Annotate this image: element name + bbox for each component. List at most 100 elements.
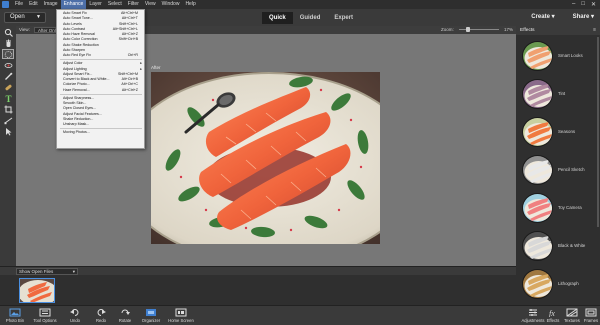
svg-text:fx: fx	[549, 309, 555, 317]
enhance-menu-item[interactable]: Auto Shake Reduction	[57, 43, 144, 48]
menu-item-shortcut: Alt+Ctrl+C	[121, 82, 138, 87]
menu-item-shortcut: Alt+Ctrl+T	[121, 16, 138, 21]
mode-tabs: Quick Guided Expert	[262, 12, 360, 24]
tab-guided[interactable]: Guided	[293, 12, 328, 24]
effects-tab-label[interactable]: Effects	[520, 27, 535, 34]
effect-item[interactable]: Black & White	[520, 229, 600, 263]
photo-image[interactable]	[151, 72, 380, 244]
minimize-icon[interactable]: –	[572, 1, 575, 8]
home-screen-button[interactable]: Home Screen	[166, 307, 196, 325]
enhance-menu-item[interactable]: Adjust Color ▸	[57, 61, 144, 66]
enhance-menu-item[interactable]: Smooth Skin...	[57, 101, 144, 106]
photo-bin-button[interactable]: Photo Bin	[0, 307, 30, 325]
menu-item-label: Auto Red Eye Fix	[63, 53, 91, 57]
panel-menu-icon[interactable]: ≡	[593, 27, 596, 34]
enhance-menu-item[interactable]: Auto Color Correction Shift+Ctrl+B	[57, 37, 144, 42]
frames-icon	[585, 308, 597, 317]
quick-selection-tool[interactable]	[2, 49, 14, 59]
menu-enhance[interactable]: Enhance	[60, 0, 87, 9]
enhance-menu-item[interactable]: Unsharp Mask...	[57, 122, 144, 127]
open-button[interactable]: Open ▼	[4, 12, 46, 23]
zoom-label: Zoom:	[441, 27, 454, 32]
enhance-menu-item[interactable]: Adjust Sharpness...	[57, 96, 144, 101]
menu-image[interactable]: Image	[41, 0, 61, 9]
menu-item-shortcut: Alt+Ctrl+Z	[121, 32, 138, 36]
type-tool[interactable]: T	[2, 93, 14, 103]
redo-icon	[97, 309, 106, 316]
menu-view[interactable]: View	[142, 0, 159, 9]
show-open-files-select[interactable]: Show Open Files ▾	[16, 268, 78, 275]
menu-file[interactable]: File	[12, 0, 26, 9]
maximize-icon[interactable]: □	[581, 1, 585, 8]
enhance-menu-item[interactable]: Colorize Photo... Alt+Ctrl+C	[57, 82, 144, 87]
crop-tool[interactable]	[2, 104, 14, 114]
move-tool[interactable]	[2, 126, 14, 136]
effect-label: Tint	[558, 91, 566, 96]
menu-layer[interactable]: Layer	[86, 0, 105, 9]
enhance-menu-item[interactable]: Shake Reduction...	[57, 117, 144, 122]
menu-item-label: Haze Removal...	[63, 87, 90, 92]
tool-options-button[interactable]: Tool Options	[30, 307, 60, 325]
close-icon[interactable]: ✕	[591, 1, 596, 8]
straighten-tool[interactable]	[2, 115, 14, 125]
menu-item-label: Auto Shake Reduction	[63, 42, 99, 47]
menu-separator	[60, 59, 142, 61]
menu-item-label: Auto Smart Fix	[63, 11, 87, 15]
share-button[interactable]: Share ▾	[573, 12, 594, 23]
menu-select[interactable]: Select	[105, 0, 125, 9]
effect-label: Smart Looks	[558, 53, 583, 58]
tab-expert[interactable]: Expert	[327, 12, 360, 24]
photo-bin-bar: Show Open Files ▾	[0, 266, 516, 275]
enhance-menu-item[interactable]: Adjust Facial Features...	[57, 112, 144, 117]
frames-button[interactable]: Frames	[582, 307, 600, 325]
effects-button[interactable]: fx Effects	[544, 307, 562, 325]
menu-filter[interactable]: Filter	[125, 0, 142, 9]
effect-item[interactable]: Pencil Sketch	[520, 153, 600, 187]
zoom-slider-handle[interactable]	[466, 27, 470, 32]
enhance-menu-item[interactable]: Auto Smart Fix Alt+Ctrl+M	[57, 11, 144, 16]
text-icon: T	[5, 94, 11, 103]
svg-text:T: T	[5, 94, 11, 103]
enhance-menu-item[interactable]: Adjust Smart Fix... Shift+Ctrl+M	[57, 72, 144, 77]
enhance-menu-item[interactable]: Haze Removal... Alt+Ctrl+Z	[57, 88, 144, 93]
spot-healing-tool[interactable]	[2, 82, 14, 92]
menu-help[interactable]: Help	[182, 0, 198, 9]
enhance-menu-item[interactable]: Open Closed Eyes...	[57, 106, 144, 111]
zoom-tool[interactable]	[2, 27, 14, 37]
menu-separator	[60, 93, 142, 95]
enhance-menu-item[interactable]: Auto Smart Tone... Alt+Ctrl+T	[57, 16, 144, 21]
menu-item-label: Adjust Lighting	[63, 66, 87, 71]
effect-item[interactable]: Seasons	[520, 115, 600, 149]
chevron-down-icon: ▾	[72, 269, 75, 274]
hand-tool[interactable]	[2, 38, 14, 48]
window-controls: – □ ✕	[572, 1, 600, 8]
tab-quick[interactable]: Quick	[262, 12, 293, 24]
enhance-menu-item[interactable]: Convert to Black and White... Alt+Ctrl+B	[57, 77, 144, 82]
effect-item[interactable]: Toy Camera	[520, 191, 600, 225]
app-logo-icon	[2, 1, 9, 8]
effect-thumbnail	[522, 193, 553, 223]
effect-item[interactable]: Smart Looks	[520, 39, 600, 73]
textures-button[interactable]: Textures	[562, 307, 582, 325]
create-button[interactable]: Create ▾	[531, 12, 554, 23]
bottom-bar: Photo Bin Tool Options Undo Redo Rotate …	[0, 305, 600, 325]
red-eye-tool[interactable]	[2, 60, 14, 70]
view-label: View:	[19, 27, 30, 32]
whiten-teeth-tool[interactable]	[2, 71, 14, 81]
enhance-menu-item[interactable]: Auto Sharpen	[57, 48, 144, 53]
enhance-menu-item[interactable]: Moving Photos...	[57, 130, 144, 135]
menu-item-label: Moving Photos...	[63, 130, 90, 135]
photo-bin-icon	[9, 308, 21, 317]
enhance-menu-item[interactable]: Auto Levels Shift+Ctrl+L	[57, 22, 144, 27]
organizer-button[interactable]: Organizer	[136, 307, 166, 325]
enhance-menu-item[interactable]: Auto Contrast Alt+Shift+Ctrl+L	[57, 27, 144, 32]
enhance-menu-item[interactable]: Auto Red Eye Fix Ctrl+R	[57, 53, 144, 58]
enhance-menu-item[interactable]: Adjust Lighting ▸	[57, 67, 144, 72]
effect-item[interactable]: Lithograph	[520, 267, 600, 301]
menu-window[interactable]: Window	[159, 0, 183, 9]
enhance-menu-item[interactable]: Auto Haze Removal Alt+Ctrl+Z	[57, 32, 144, 37]
photo-bin-thumbnail[interactable]	[19, 278, 55, 303]
menu-edit[interactable]: Edit	[26, 0, 41, 9]
effect-item[interactable]: Tint	[520, 77, 600, 111]
zoom-slider-track[interactable]	[459, 29, 499, 30]
